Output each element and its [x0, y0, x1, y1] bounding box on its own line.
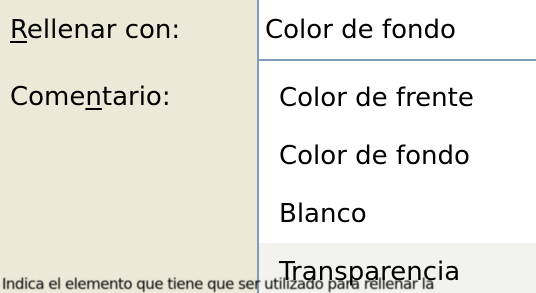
fill-with-label-text: ellenar con:	[26, 15, 181, 45]
fill-option-background-color[interactable]: Color de fondo	[259, 127, 536, 185]
comment-label-before: Come	[10, 82, 86, 112]
comment-label-accelerator: n	[85, 82, 102, 112]
fill-option-white[interactable]: Blanco	[259, 185, 536, 243]
fill-with-label: Rellenar con:	[10, 15, 180, 45]
fill-settings-panel: Rellenar con: Comentario: Color de fondo…	[0, 0, 536, 293]
fill-with-label-accelerator: R	[10, 15, 27, 45]
fill-with-select[interactable]: Color de fondo	[257, 0, 536, 61]
help-description-text: Indica el elemento que tiene que ser uti…	[2, 275, 434, 293]
fill-with-dropdown-list: Color de frente Color de fondo Blanco Tr…	[257, 61, 536, 293]
comment-label-after: tario:	[101, 82, 171, 112]
fill-option-foreground-color[interactable]: Color de frente	[259, 69, 536, 127]
fill-with-selected-value: Color de fondo	[265, 15, 456, 45]
comment-label: Comentario:	[10, 82, 171, 112]
